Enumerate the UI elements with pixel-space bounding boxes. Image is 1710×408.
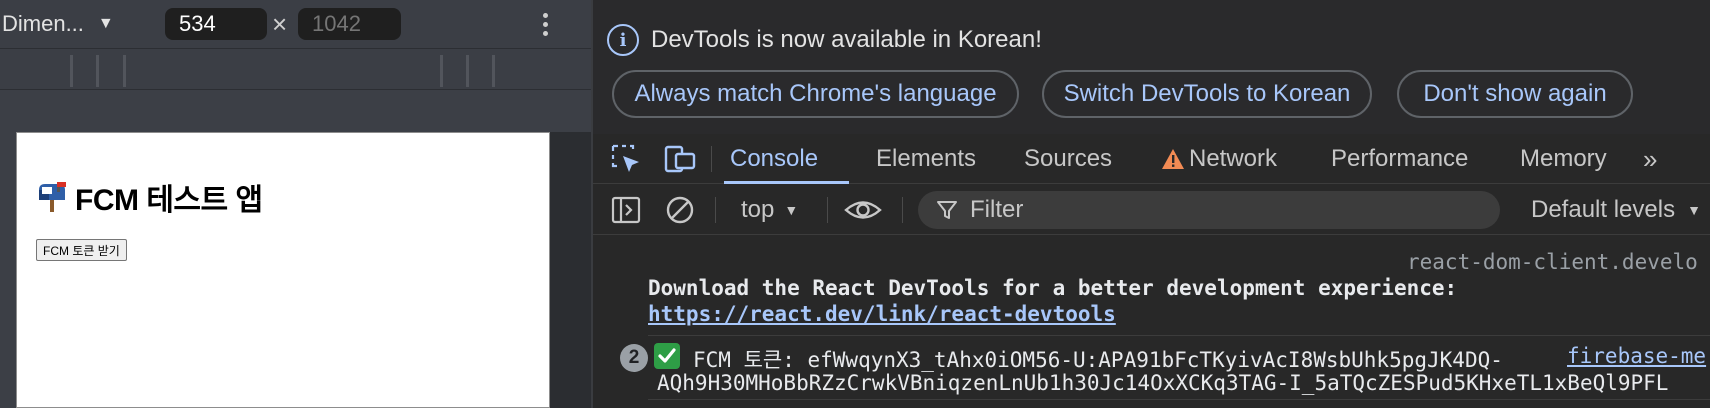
javascript-context-select[interactable]: top ▼ (741, 194, 798, 226)
message-divider (648, 335, 1710, 336)
width-input[interactable] (165, 8, 267, 40)
media-query-ruler (0, 48, 591, 90)
message-source-link[interactable]: react-dom-client.develo (1407, 250, 1698, 274)
ruler-tick[interactable] (123, 55, 126, 87)
device-emulation-pane: Dimen... ▼ × FCM 테스트 앱 FCM 토큰 받기 (0, 0, 591, 408)
infobar-message-row: i DevTools is now available in Korean! (607, 24, 1042, 56)
toolbar-divider (711, 146, 712, 172)
react-devtools-link[interactable]: https://react.dev/link/react-devtools (648, 302, 1116, 326)
height-input[interactable] (298, 8, 401, 40)
tab-elements-label: Elements (876, 145, 977, 172)
dimensions-dropdown[interactable]: Dimen... ▼ (2, 9, 114, 39)
tab-elements[interactable]: Elements (876, 134, 976, 184)
page-title-text: FCM 테스트 앱 (75, 184, 263, 217)
devtools-panel: i DevTools is now available in Korean! A… (593, 0, 1710, 408)
tab-performance[interactable]: Performance (1331, 134, 1468, 184)
fcm-token-message-cont: AQh9H30MHoBbRZzCrwkVBniqzenLnUb1h30Jc14O… (657, 371, 1669, 395)
sidebar-toggle-icon[interactable] (609, 193, 643, 227)
toolbar-divider (902, 197, 903, 223)
ruler-tick[interactable] (96, 55, 99, 87)
ruler-tick[interactable] (70, 55, 73, 87)
language-infobar: i DevTools is now available in Korean! A… (593, 0, 1710, 134)
clear-console-icon[interactable] (663, 193, 697, 227)
filter-icon (937, 201, 957, 219)
chevron-down-icon: ▼ (97, 15, 114, 32)
check-mark-icon (654, 343, 680, 369)
tab-console[interactable]: Console (730, 134, 818, 184)
more-tabs-icon[interactable]: » (1643, 144, 1658, 175)
get-fcm-token-button[interactable]: FCM 토큰 받기 (36, 239, 127, 261)
console-message-text: Download the React DevTools for a better… (648, 276, 1458, 300)
tab-sources[interactable]: Sources (1024, 134, 1112, 184)
message-divider (648, 399, 1710, 400)
dimensions-label: Dimen... (2, 11, 84, 36)
switch-to-korean-button[interactable]: Switch DevTools to Korean (1042, 70, 1372, 118)
toolbar-divider (715, 197, 716, 223)
dont-show-again-button[interactable]: Don't show again (1397, 70, 1633, 118)
tab-memory[interactable]: Memory (1520, 134, 1607, 184)
device-toggle-icon[interactable] (663, 142, 697, 176)
ruler-tick[interactable] (440, 55, 443, 87)
page-title: FCM 테스트 앱 (35, 175, 263, 219)
ruler-tick[interactable] (466, 55, 469, 87)
message-source-link[interactable]: firebase-me (1567, 344, 1706, 368)
ruler-tick[interactable] (492, 55, 495, 87)
more-options-icon[interactable] (537, 6, 553, 42)
tab-performance-label: Performance (1331, 145, 1469, 172)
viewport-gutter (550, 132, 591, 408)
inspect-element-icon[interactable] (609, 142, 643, 176)
devtools-tabbar: Console Elements Sources Network Perform… (593, 134, 1710, 184)
tab-console-label: Console (730, 145, 819, 172)
info-icon: i (607, 24, 639, 56)
tab-network[interactable]: Network (1161, 134, 1277, 184)
chevron-down-icon: ▼ (784, 202, 799, 218)
warning-icon (1162, 149, 1184, 169)
times-separator: × (272, 9, 288, 39)
filter-input[interactable] (970, 196, 1470, 224)
filter-box[interactable] (918, 191, 1500, 229)
device-toolbar: Dimen... ▼ × (0, 0, 591, 48)
log-levels-dropdown[interactable]: Default levels ▼ (1531, 194, 1701, 226)
levels-label: Default levels (1531, 196, 1676, 223)
toolbar-divider (827, 197, 828, 223)
chevron-down-icon: ▼ (1687, 202, 1701, 218)
console-toolbar: top ▼ Default levels ▼ (593, 185, 1710, 235)
active-tab-indicator (724, 181, 849, 184)
tab-sources-label: Sources (1024, 145, 1113, 172)
tab-memory-label: Memory (1520, 145, 1607, 172)
live-expression-eye-icon[interactable] (843, 193, 883, 227)
console-messages: react-dom-client.develo Download the Rea… (593, 236, 1710, 408)
infobar-message: DevTools is now available in Korean! (651, 26, 1042, 53)
open-mailbox-icon (39, 182, 66, 212)
fcm-token-message: FCM 토큰: efWwqynX3_tAhx0iOM56-U:APA91bFcT… (693, 348, 1503, 372)
context-label: top (741, 196, 775, 223)
tab-network-label: Network (1189, 145, 1278, 172)
always-match-language-button[interactable]: Always match Chrome's language (612, 70, 1019, 118)
emulated-viewport: FCM 테스트 앱 FCM 토큰 받기 (16, 132, 550, 408)
repeat-count-badge: 2 (620, 344, 648, 372)
